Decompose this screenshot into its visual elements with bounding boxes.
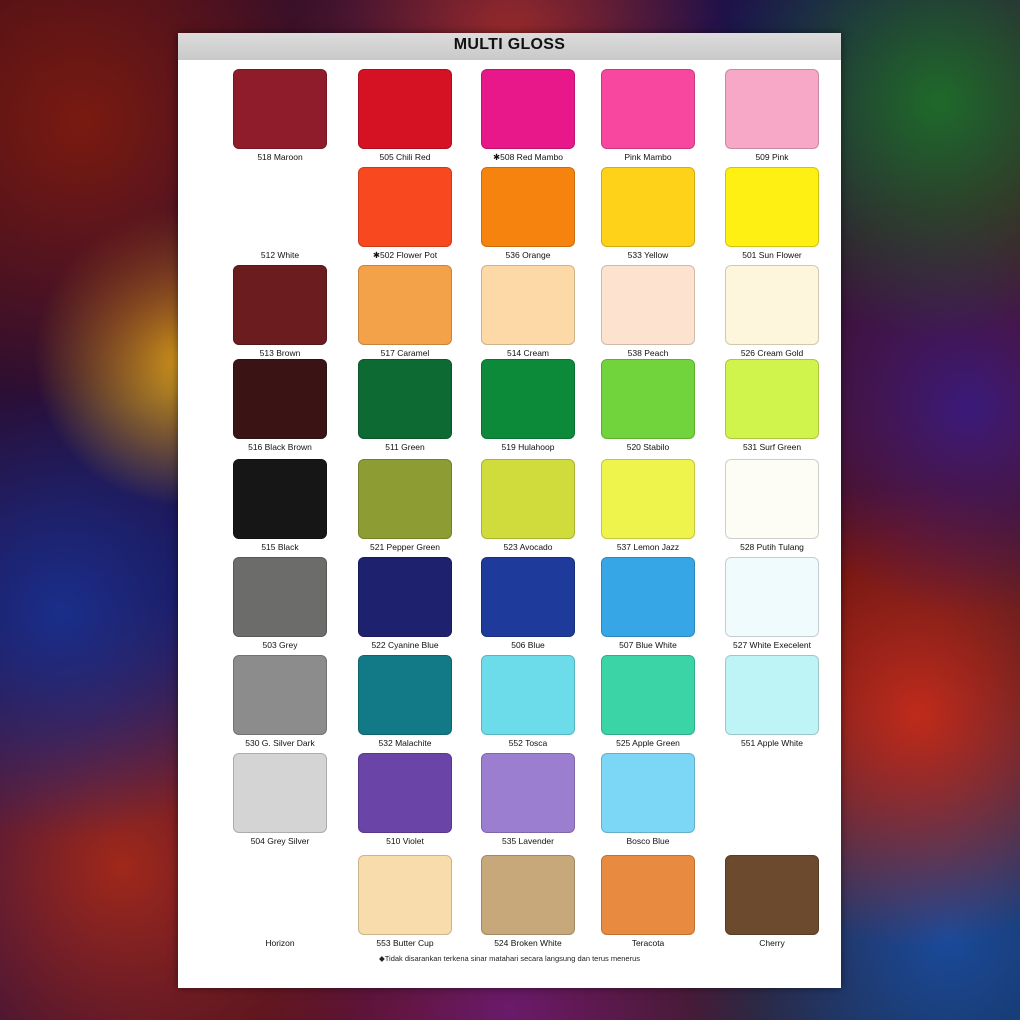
color-swatch-sun-flower — [725, 167, 819, 247]
color-swatch-cyanine-blue — [358, 557, 452, 637]
color-swatch-apple-white — [725, 655, 819, 735]
color-swatch-cream-gold — [725, 265, 819, 345]
swatch-label: 505 Chili Red — [379, 152, 431, 162]
color-swatch-black — [233, 459, 327, 539]
color-swatch-cream — [481, 265, 575, 345]
swatch-label: 537 Lemon Jazz — [616, 542, 680, 552]
swatch-label: 530 G. Silver Dark — [245, 738, 315, 748]
color-swatch-apple-green — [601, 655, 695, 735]
swatch-label: 512 White — [260, 250, 300, 260]
swatch-label: 527 White Execelent — [733, 640, 811, 650]
swatch-label: ✱508 Red Mambo — [493, 152, 563, 162]
color-swatch-g-silver-dark — [233, 655, 327, 735]
color-swatch-surf-green — [725, 359, 819, 439]
footnote: ◆Tidak disarankan terkena sinar matahari… — [378, 954, 641, 963]
swatch-label: Cherry — [759, 938, 785, 948]
swatch-label: Pink Mambo — [624, 152, 672, 162]
color-swatch-broken-white — [481, 855, 575, 935]
color-swatch-avocado — [481, 459, 575, 539]
swatch-label: 553 Butter Cup — [376, 938, 434, 948]
color-swatch-malachite — [358, 655, 452, 735]
color-swatch-tosca — [481, 655, 575, 735]
swatch-label: 517 Caramel — [380, 348, 430, 358]
color-swatch-stabilo — [601, 359, 695, 439]
color-swatch-violet — [358, 753, 452, 833]
color-swatch-grey — [233, 557, 327, 637]
swatch-label: 535 Lavender — [502, 836, 554, 846]
swatch-grid: 518 Maroon 505 Chili Red ✱508 Red Mambo Pin… — [178, 33, 841, 988]
swatch-label: 532 Malachite — [378, 738, 432, 748]
swatch-label: 501 Sun Flower — [742, 250, 802, 260]
color-swatch-brown — [233, 265, 327, 345]
swatch-label: 518 Maroon — [257, 152, 303, 162]
color-swatch-pepper-green — [358, 459, 452, 539]
color-swatch-blue — [481, 557, 575, 637]
color-swatch-pink-mambo — [601, 69, 695, 149]
color-swatch-cherry — [725, 855, 819, 935]
swatch-label: 551 Apple White — [741, 738, 803, 748]
color-swatch-white — [233, 167, 327, 247]
swatch-label: 503 Grey — [262, 640, 298, 650]
swatch-label: 510 Violet — [386, 836, 424, 846]
swatch-label: 526 Cream Gold — [740, 348, 804, 358]
swatch-label: 507 Blue White — [619, 640, 677, 650]
swatch-label: 520 Stabilo — [626, 442, 670, 452]
swatch-label: 528 Putih Tulang — [740, 542, 804, 552]
color-swatch-peach — [601, 265, 695, 345]
swatch-label: 523 Avocado — [503, 542, 553, 552]
color-swatch-white-execelent — [725, 557, 819, 637]
color-swatch-chili-red — [358, 69, 452, 149]
swatch-label: 514 Cream — [506, 348, 550, 358]
swatch-label: 506 Blue — [511, 640, 545, 650]
color-swatch-bosco-blue — [601, 753, 695, 833]
swatch-label: 525 Apple Green — [616, 738, 680, 748]
color-swatch-black-brown — [233, 359, 327, 439]
color-swatch-red-mambo — [481, 69, 575, 149]
swatch-label: 516 Black Brown — [248, 442, 312, 452]
swatch-label: 524 Broken White — [494, 938, 562, 948]
color-swatch-yellow — [601, 167, 695, 247]
swatch-label: 533 Yellow — [627, 250, 669, 260]
swatch-label: 511 Green — [385, 442, 425, 452]
swatch-label: 552 Tosca — [508, 738, 548, 748]
color-swatch-pink — [725, 69, 819, 149]
swatch-label: 536 Orange — [505, 250, 551, 260]
color-swatch-green — [358, 359, 452, 439]
swatch-label: Bosco Blue — [626, 836, 670, 846]
color-swatch-lavender — [481, 753, 575, 833]
color-swatch-horizon — [233, 855, 327, 935]
swatch-label: 513 Brown — [259, 348, 301, 358]
swatch-label: 515 Black — [261, 542, 299, 552]
color-swatch-hulahoop — [481, 359, 575, 439]
color-swatch-teracota — [601, 855, 695, 935]
color-chart-sheet: MULTI GLOSS 518 Maroon 505 Chili Red ✱508 … — [178, 33, 841, 988]
color-swatch-maroon — [233, 69, 327, 149]
color-swatch-putih-tulang — [725, 459, 819, 539]
color-swatch-blue-white — [601, 557, 695, 637]
swatch-label: 509 Pink — [755, 152, 789, 162]
color-swatch-flower-pot — [358, 167, 452, 247]
swatch-label: Teracota — [631, 938, 665, 948]
swatch-label: ✱502 Flower Pot — [372, 250, 438, 260]
color-swatch-lemon-jazz — [601, 459, 695, 539]
swatch-label: 531 Surf Green — [742, 442, 802, 452]
swatch-label: 519 Hulahoop — [501, 442, 555, 452]
swatch-label: 521 Pepper Green — [370, 542, 440, 552]
swatch-label: 504 Grey Silver — [250, 836, 310, 846]
color-swatch-butter-cup — [358, 855, 452, 935]
color-swatch-caramel — [358, 265, 452, 345]
color-swatch-orange — [481, 167, 575, 247]
swatch-label: 538 Peach — [627, 348, 669, 358]
color-swatch-grey-silver — [233, 753, 327, 833]
swatch-label: 522 Cyanine Blue — [371, 640, 439, 650]
swatch-label: Horizon — [265, 938, 295, 948]
